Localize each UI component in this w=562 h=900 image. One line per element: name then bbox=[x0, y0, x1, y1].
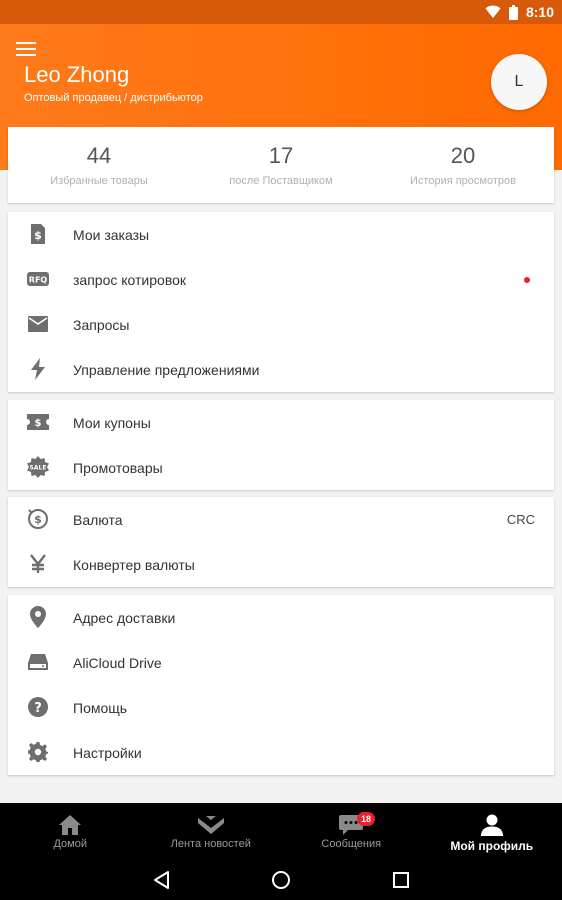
wifi-icon bbox=[485, 5, 501, 19]
menu-item-settings[interactable]: Настройки bbox=[8, 730, 554, 775]
svg-text:?: ? bbox=[34, 701, 42, 716]
currency-icon: $ bbox=[27, 508, 49, 530]
menu-item-inquiries[interactable]: Запросы bbox=[8, 302, 554, 347]
rfq-icon: RFQ bbox=[27, 268, 49, 290]
svg-text:$: $ bbox=[34, 229, 42, 242]
menu-item-label: Запросы bbox=[73, 316, 130, 333]
sale-icon: SALE bbox=[27, 456, 49, 478]
battery-icon bbox=[508, 4, 518, 20]
stat-suppliers[interactable]: 17 после Поставщиком bbox=[190, 127, 372, 203]
recents-icon[interactable] bbox=[389, 868, 413, 892]
menu-item-my-orders[interactable]: $ Мои заказы bbox=[8, 212, 554, 257]
bottom-navigation: Домой Лента новостей Сообщения Мой профи… bbox=[0, 803, 562, 860]
menu-item-rfq[interactable]: RFQ запрос котировок bbox=[8, 257, 554, 302]
coupon-icon: $ bbox=[27, 411, 49, 433]
back-icon[interactable] bbox=[150, 868, 174, 892]
home-circle-icon[interactable] bbox=[269, 868, 293, 892]
messages-badge: 18 bbox=[357, 812, 375, 826]
nav-label: Лента новостей bbox=[170, 838, 251, 850]
menu-item-label: Адрес доставки bbox=[73, 609, 176, 626]
menu-item-label: Валюта bbox=[73, 511, 123, 528]
menu-card-coupons: $ Мои купоны SALE Промотовары bbox=[8, 400, 554, 490]
stats-card: 44 Избранные товары 17 после Поставщиком… bbox=[8, 127, 554, 203]
drive-icon bbox=[27, 651, 49, 673]
stat-label: История просмотров bbox=[410, 175, 516, 187]
user-role: Оптовый продавец / дистрибьютор bbox=[24, 92, 203, 104]
menu-item-alicloud-drive[interactable]: AliCloud Drive bbox=[8, 640, 554, 685]
menu-card-currency: $ Валюта CRC Конвертер валюты bbox=[8, 497, 554, 587]
home-icon bbox=[57, 814, 83, 836]
menu-item-label: Настройки bbox=[73, 744, 142, 761]
nav-messages[interactable]: Сообщения bbox=[281, 803, 422, 860]
menu-card-general: Адрес доставки AliCloud Drive ? Помощь Н… bbox=[8, 595, 554, 775]
status-icons: 8:10 bbox=[485, 3, 554, 21]
menu-item-label: Мои заказы bbox=[73, 226, 150, 243]
currency-value: CRC bbox=[506, 512, 535, 527]
stat-favorites[interactable]: 44 Избранные товары bbox=[8, 127, 190, 203]
menu-item-offers[interactable]: Управление предложениями bbox=[8, 347, 554, 392]
menu-item-promo[interactable]: SALE Промотовары bbox=[8, 445, 554, 490]
location-icon bbox=[27, 606, 49, 628]
nav-home[interactable]: Домой bbox=[0, 803, 141, 860]
stat-value: 44 bbox=[86, 143, 112, 168]
stat-value: 20 bbox=[450, 143, 476, 168]
nav-label: Мой профиль bbox=[450, 839, 534, 853]
menu-item-label: запрос котировок bbox=[73, 271, 187, 288]
menu-item-converter[interactable]: Конвертер валюты bbox=[8, 542, 554, 587]
stat-value: 17 bbox=[268, 143, 294, 168]
lightning-icon bbox=[27, 358, 49, 380]
stat-label: после Поставщиком bbox=[229, 175, 333, 187]
settings-icon bbox=[27, 741, 49, 763]
status-time: 8:10 bbox=[525, 4, 554, 20]
system-navigation-bar bbox=[0, 860, 562, 900]
menu-item-label: Управление предложениями bbox=[73, 361, 260, 378]
user-name: Leo Zhong bbox=[24, 62, 130, 87]
menu-item-label: Конвертер валюты bbox=[73, 556, 195, 573]
hamburger-menu-icon[interactable] bbox=[16, 42, 38, 58]
menu-item-currency[interactable]: $ Валюта CRC bbox=[8, 497, 554, 542]
stat-history[interactable]: 20 История просмотров bbox=[372, 127, 554, 203]
svg-text:RFQ: RFQ bbox=[29, 276, 48, 285]
mail-icon bbox=[27, 313, 49, 335]
avatar[interactable]: L bbox=[491, 54, 547, 110]
svg-text:$: $ bbox=[35, 418, 42, 429]
stat-label: Избранные товары bbox=[50, 175, 148, 187]
orders-icon: $ bbox=[27, 223, 49, 245]
menu-item-label: Промотовары bbox=[73, 459, 163, 476]
nav-feed[interactable]: Лента новостей bbox=[141, 803, 282, 860]
profile-icon bbox=[479, 814, 505, 836]
svg-text:$: $ bbox=[34, 513, 42, 526]
status-bar: 8:10 bbox=[0, 0, 562, 24]
menu-item-shipping-address[interactable]: Адрес доставки bbox=[8, 595, 554, 640]
feed-icon bbox=[197, 814, 224, 836]
help-icon: ? bbox=[27, 696, 49, 718]
menu-item-help[interactable]: ? Помощь bbox=[8, 685, 554, 730]
menu-item-label: Помощь bbox=[73, 699, 128, 716]
nav-label: Сообщения bbox=[321, 838, 382, 850]
menu-item-label: AliCloud Drive bbox=[73, 654, 162, 671]
menu-card-orders: $ Мои заказы RFQ запрос котировок Запрос… bbox=[8, 212, 554, 392]
menu-item-my-coupons[interactable]: $ Мои купоны bbox=[8, 400, 554, 445]
yen-icon bbox=[27, 553, 49, 575]
svg-text:SALE: SALE bbox=[30, 465, 47, 472]
notification-dot bbox=[524, 277, 530, 283]
menu-item-label: Мои купоны bbox=[73, 414, 151, 431]
nav-my-profile[interactable]: Мой профиль bbox=[422, 803, 562, 860]
nav-label: Домой bbox=[53, 838, 87, 850]
